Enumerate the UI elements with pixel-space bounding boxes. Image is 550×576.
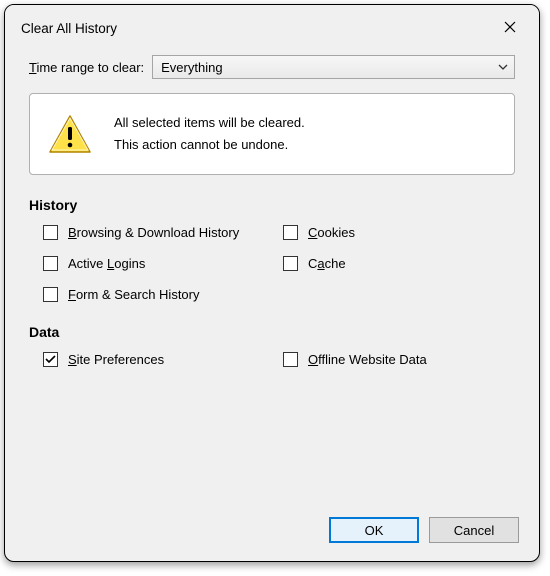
history-section-title: History — [29, 197, 515, 213]
dialog-title: Clear All History — [21, 21, 117, 36]
checkbox-label: Site Preferences — [68, 352, 164, 367]
warning-icon — [48, 114, 92, 154]
time-range-label: Time range to clear: — [29, 60, 144, 75]
checkbox-box — [283, 256, 298, 271]
cancel-button[interactable]: Cancel — [429, 517, 519, 543]
checkbox-site-preferences[interactable]: Site Preferences — [43, 352, 275, 367]
checkbox-active-logins[interactable]: Active Logins — [43, 256, 275, 271]
time-range-select[interactable]: Everything — [152, 55, 515, 79]
warning-line2: This action cannot be undone. — [114, 134, 305, 156]
close-icon — [504, 21, 516, 36]
close-button[interactable] — [497, 15, 523, 41]
warning-text: All selected items will be cleared. This… — [114, 112, 305, 156]
ok-button[interactable]: OK — [329, 517, 419, 543]
checkbox-form-search-history[interactable]: Form & Search History — [43, 287, 275, 302]
time-range-value: Everything — [161, 60, 222, 75]
data-checkbox-grid: Site Preferences Offline Website Data — [29, 352, 515, 367]
checkbox-box — [43, 352, 58, 367]
checkbox-box — [43, 287, 58, 302]
checkbox-box — [283, 225, 298, 240]
time-range-row: Time range to clear: Everything — [29, 55, 515, 79]
dialog-content: Time range to clear: Everything All sele — [5, 47, 539, 505]
data-section-title: Data — [29, 324, 515, 340]
warning-box: All selected items will be cleared. This… — [29, 93, 515, 175]
checkbox-box — [283, 352, 298, 367]
checkbox-cache[interactable]: Cache — [283, 256, 515, 271]
checkbox-label: Offline Website Data — [308, 352, 427, 367]
titlebar: Clear All History — [5, 5, 539, 47]
checkbox-browsing-history[interactable]: Browsing & Download History — [43, 225, 275, 240]
chevron-down-icon — [498, 62, 508, 72]
dialog-button-row: OK Cancel — [5, 505, 539, 561]
checkbox-offline-website-data[interactable]: Offline Website Data — [283, 352, 515, 367]
checkbox-label: Cache — [308, 256, 346, 271]
checkbox-box — [43, 225, 58, 240]
warning-line1: All selected items will be cleared. — [114, 112, 305, 134]
clear-history-dialog: Clear All History Time range to clear: E… — [4, 4, 540, 562]
checkbox-label: Browsing & Download History — [68, 225, 239, 240]
history-checkbox-grid: Browsing & Download History Cookies Acti… — [29, 225, 515, 302]
checkbox-cookies[interactable]: Cookies — [283, 225, 515, 240]
checkbox-box — [43, 256, 58, 271]
checkbox-label: Form & Search History — [68, 287, 200, 302]
checkbox-label: Active Logins — [68, 256, 145, 271]
checkbox-label: Cookies — [308, 225, 355, 240]
